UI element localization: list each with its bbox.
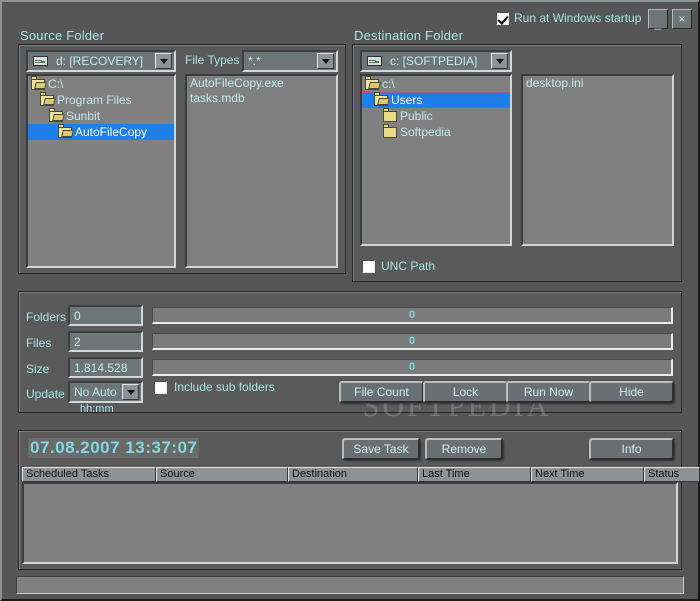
info-button[interactable]: Info [589, 438, 674, 460]
folder-open-icon [49, 107, 63, 122]
task-table-body[interactable] [22, 482, 678, 564]
source-drive-value: d: [RECOVERY] [56, 54, 144, 68]
drive-icon [33, 56, 48, 66]
close-button[interactable]: × [672, 9, 692, 29]
run-at-startup-checkbox[interactable] [496, 11, 509, 25]
column-header[interactable]: Next Time [531, 467, 644, 482]
task-table-header: Scheduled Tasks Source Destination Last Tim… [22, 467, 700, 482]
include-sub-folders-checkbox[interactable] [154, 380, 167, 394]
remove-button-label: Remove [441, 442, 487, 456]
lock-button-label: Lock [452, 385, 479, 399]
hide-button-label: Hide [619, 385, 644, 399]
run-at-startup-label: Run at Windows startup [514, 11, 642, 25]
update-label: Update [26, 387, 65, 401]
folder-open-icon [374, 91, 388, 106]
tree-item-label: Program Files [57, 93, 132, 107]
tree-item-label: Sunbit [66, 109, 101, 123]
file-list-item[interactable]: tasks.mdb [187, 91, 336, 106]
file-list-item[interactable]: AutoFileCopy.exe [187, 76, 336, 91]
source-folder-tree[interactable]: C:\ Program Files Sunbit AutoFileCopy [26, 74, 176, 268]
tree-item[interactable]: Users [362, 91, 510, 108]
tree-item[interactable]: Program Files [28, 91, 174, 108]
file-count-button-label: File Count [354, 385, 409, 399]
include-sub-folders-control[interactable]: Include sub folders [154, 380, 275, 394]
file-types-label: File Types [185, 53, 240, 67]
folders-progress: 0 [152, 307, 673, 324]
close-icon: × [678, 12, 686, 26]
app-window: Run at Windows startup _ × Source Folder… [0, 0, 700, 601]
run-now-button-label: Run Now [523, 385, 574, 399]
update-interval-value: No Auto [74, 385, 117, 399]
column-header[interactable]: Scheduled Tasks [22, 467, 156, 482]
tree-item[interactable]: Softpedia [362, 123, 510, 140]
source-group-title: Source Folder [20, 28, 105, 43]
source-drive-combo[interactable]: d: [RECOVERY] [26, 50, 176, 72]
tree-item-label: Softpedia [400, 125, 451, 139]
size-value: 1.814.528 [68, 357, 143, 378]
run-at-startup-control[interactable]: Run at Windows startup [496, 11, 641, 25]
tree-item-label: Users [391, 93, 423, 107]
files-value: 2 [68, 331, 143, 352]
column-header[interactable]: Destination [288, 467, 418, 482]
save-task-button[interactable]: Save Task [342, 438, 420, 460]
hide-button[interactable]: Hide [589, 381, 674, 403]
save-task-button-label: Save Task [353, 442, 409, 456]
drive-icon [367, 56, 382, 66]
column-header[interactable]: Source [156, 467, 288, 482]
status-bar [16, 576, 684, 594]
size-progress: 0 [152, 359, 673, 376]
tree-item[interactable]: Public [362, 107, 510, 124]
folder-open-icon [31, 76, 45, 90]
info-button-label: Info [621, 442, 642, 456]
title-bar: Run at Windows startup _ × [2, 2, 698, 36]
chevron-down-icon[interactable] [122, 384, 139, 400]
folder-icon [383, 107, 397, 122]
tree-item-label: AutoFileCopy [75, 125, 148, 139]
chevron-down-icon[interactable] [317, 53, 334, 69]
clock-display: 07.08.2007 13:37:07 [28, 438, 200, 458]
destination-folder-tree[interactable]: c:\ Users Public Softpedia [360, 74, 512, 246]
tree-item[interactable]: C:\ [28, 76, 174, 92]
destination-drive-combo[interactable]: c: [SOFTPEDIA] [360, 50, 512, 72]
tree-item[interactable]: Sunbit [28, 107, 174, 124]
column-header[interactable]: Status [644, 467, 700, 482]
folder-open-icon [40, 91, 54, 106]
folders-value: 0 [68, 305, 143, 326]
files-progress: 0 [152, 333, 673, 350]
file-list-item[interactable]: desktop.ini [523, 76, 672, 91]
tree-item-label: c:\ [382, 77, 395, 91]
lock-button[interactable]: Lock [423, 381, 508, 403]
folder-icon [383, 123, 397, 138]
folder-open-icon [365, 76, 379, 90]
unc-path-checkbox[interactable] [362, 259, 375, 273]
tree-item[interactable]: AutoFileCopy [28, 123, 174, 140]
remove-button[interactable]: Remove [425, 438, 503, 460]
unc-path-label: UNC Path [381, 259, 436, 273]
tree-item-label: C:\ [48, 77, 64, 91]
folder-open-icon [58, 123, 72, 138]
file-types-combo[interactable]: *.* [242, 50, 338, 72]
file-count-button[interactable]: File Count [339, 381, 424, 403]
file-types-value: *.* [248, 54, 261, 68]
chevron-down-icon[interactable] [491, 53, 508, 69]
minimize-icon: _ [654, 16, 662, 30]
minimize-button[interactable]: _ [648, 9, 668, 29]
column-header[interactable]: Last Time [418, 467, 531, 482]
run-now-button[interactable]: Run Now [506, 381, 591, 403]
source-file-list[interactable]: AutoFileCopy.exe tasks.mdb [185, 74, 338, 268]
update-hint: hh:mm [80, 403, 114, 415]
files-label: Files [26, 336, 52, 350]
update-interval-combo[interactable]: No Auto [68, 381, 143, 403]
unc-path-control[interactable]: UNC Path [362, 259, 435, 273]
include-sub-folders-label: Include sub folders [174, 380, 275, 394]
destination-file-list[interactable]: desktop.ini [521, 74, 674, 246]
destination-group-title: Destination Folder [354, 28, 464, 43]
chevron-down-icon[interactable] [155, 53, 172, 69]
tree-item[interactable]: c:\ [362, 76, 510, 92]
tree-item-label: Public [400, 109, 433, 123]
destination-drive-value: c: [SOFTPEDIA] [390, 54, 478, 68]
size-label: Size [26, 362, 50, 376]
folders-label: Folders [26, 310, 67, 324]
